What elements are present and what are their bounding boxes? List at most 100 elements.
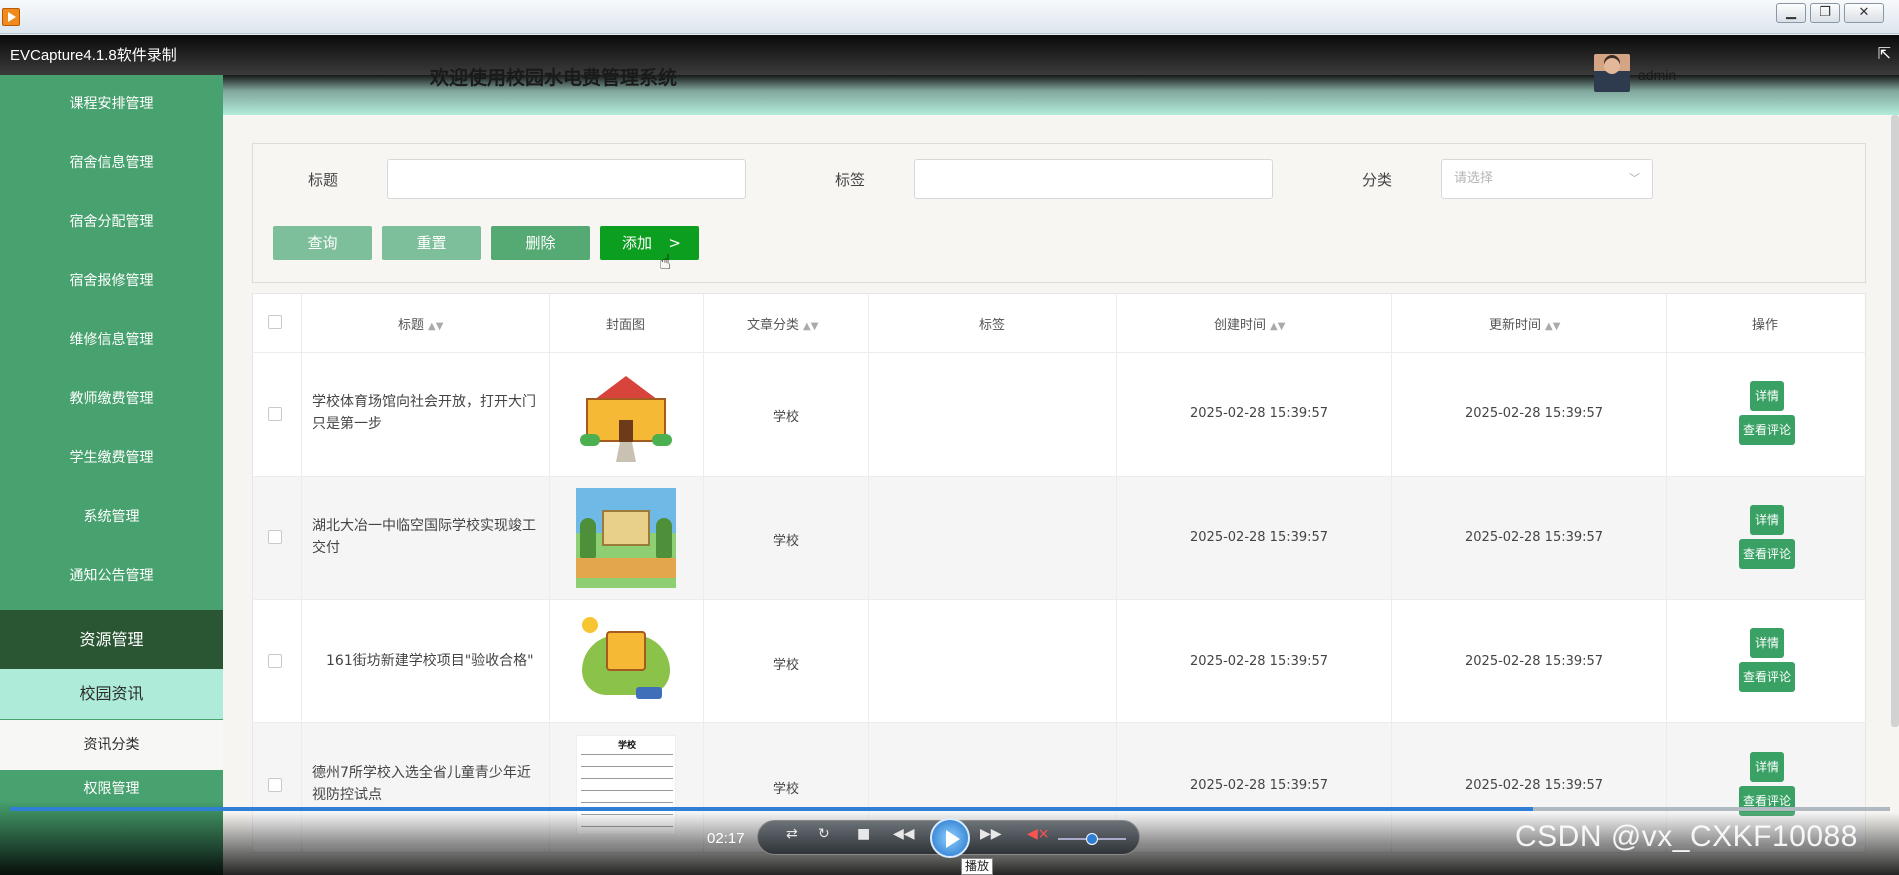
row-category: 学校 bbox=[773, 782, 800, 797]
minimize-button[interactable]: ▁ bbox=[1776, 3, 1806, 23]
header-created[interactable]: 创建时间 ▲▼ bbox=[1214, 314, 1285, 333]
tag-filter-input[interactable] bbox=[914, 159, 1273, 199]
reset-button[interactable]: 重置 bbox=[382, 226, 481, 260]
sidebar-item-notice[interactable]: 通知公告管理 bbox=[0, 547, 223, 606]
row-created: 2025-02-28 15:39:57 bbox=[1190, 654, 1329, 669]
view-comments-button[interactable]: 查看评论 bbox=[1739, 539, 1795, 569]
player-shade bbox=[0, 800, 223, 875]
sidebar: 课程安排管理 宿舍信息管理 宿舍分配管理 宿舍报修管理 维修信息管理 教师缴费管… bbox=[0, 75, 223, 875]
header-title[interactable]: 标题 ▲▼ bbox=[398, 314, 443, 333]
chevron-down-icon: ﹀ bbox=[1629, 172, 1640, 185]
row-title: 德州7所学校入选全省儿童青少年近视防控试点 bbox=[312, 765, 531, 803]
sidebar-item-campus-news[interactable]: 校园资讯 bbox=[0, 669, 223, 719]
sidebar-item-maintenance[interactable]: 维修信息管理 bbox=[0, 311, 223, 370]
refresh-icon[interactable]: ↻ bbox=[818, 826, 830, 842]
sidebar-item-system[interactable]: 系统管理 bbox=[0, 488, 223, 547]
page-title: 欢迎使用校园水电费管理系统 bbox=[430, 67, 678, 89]
user-name[interactable]: admin bbox=[1638, 67, 1676, 83]
header-cover: 封面图 bbox=[606, 318, 646, 333]
delete-button[interactable]: 删除 bbox=[491, 226, 590, 260]
sidebar-item-dorm-info[interactable]: 宿舍信息管理 bbox=[0, 134, 223, 193]
row-checkbox[interactable] bbox=[268, 654, 282, 668]
column-divider bbox=[703, 293, 704, 853]
app-icon bbox=[2, 8, 20, 26]
restore-button[interactable]: ❐ bbox=[1810, 3, 1840, 23]
close-button[interactable]: ✕ bbox=[1844, 3, 1884, 23]
row-created: 2025-02-28 15:39:57 bbox=[1190, 530, 1329, 545]
cover-image bbox=[576, 488, 676, 588]
watermark: CSDN @vx_CXKF10088 bbox=[1515, 820, 1858, 853]
sidebar-item-news-category[interactable]: 资讯分类 bbox=[0, 720, 223, 770]
row-checkbox[interactable] bbox=[268, 778, 282, 792]
row-category: 学校 bbox=[773, 658, 800, 673]
sort-icon[interactable]: ▲▼ bbox=[803, 321, 818, 332]
title-filter-input[interactable] bbox=[387, 159, 746, 199]
detail-button[interactable]: 详情 bbox=[1750, 381, 1784, 411]
rewind-icon[interactable]: ◀◀ bbox=[893, 826, 915, 842]
add-button-label: 添加 bbox=[622, 234, 653, 252]
collapse-icon[interactable]: ⇱ bbox=[1878, 44, 1891, 63]
tag-filter-label: 标签 bbox=[835, 171, 866, 189]
row-title: 湖北大冶一中临空国际学校实现竣工交付 bbox=[312, 518, 536, 556]
sidebar-item-dorm-repair[interactable]: 宿舍报修管理 bbox=[0, 252, 223, 311]
sort-icon[interactable]: ▲▼ bbox=[1270, 321, 1285, 332]
cover-image bbox=[576, 611, 676, 711]
sort-icon[interactable]: ▲▼ bbox=[1545, 321, 1560, 332]
sidebar-item-teacher-fee[interactable]: 教师缴费管理 bbox=[0, 370, 223, 429]
vertical-scrollbar[interactable] bbox=[1891, 115, 1899, 727]
play-tooltip: 播放 bbox=[961, 858, 994, 875]
header-tags: 标签 bbox=[979, 318, 1006, 333]
row-divider bbox=[252, 599, 1866, 600]
query-button[interactable]: 查询 bbox=[273, 226, 372, 260]
playback-time: 02:17 bbox=[707, 830, 745, 847]
category-filter-label: 分类 bbox=[1362, 171, 1393, 189]
header-title-label: 标题 bbox=[398, 318, 425, 333]
volume-knob[interactable] bbox=[1086, 833, 1098, 845]
screen: ▁ ❐ ✕ EVCapture4.1.8软件录制 ⇱ 课程安排管理 宿舍信息管理… bbox=[0, 0, 1899, 875]
row-checkbox[interactable] bbox=[268, 530, 282, 544]
column-divider bbox=[1116, 293, 1117, 853]
row-divider bbox=[252, 352, 1866, 353]
row-category: 学校 bbox=[773, 410, 800, 425]
detail-button[interactable]: 详情 bbox=[1750, 752, 1784, 782]
cover-image bbox=[576, 364, 676, 464]
sort-icon[interactable]: ▲▼ bbox=[428, 321, 443, 332]
loop-icon[interactable]: ⇄ bbox=[786, 826, 798, 842]
sidebar-item-course[interactable]: 课程安排管理 bbox=[0, 75, 223, 134]
header-actions: 操作 bbox=[1752, 318, 1779, 333]
forward-icon[interactable]: ▶▶ bbox=[980, 826, 1002, 842]
window-titlebar: ▁ ❐ ✕ bbox=[0, 0, 1899, 34]
row-title: 161街坊新建学校项目"验收合格" bbox=[326, 653, 534, 669]
sidebar-item-student-fee[interactable]: 学生缴费管理 bbox=[0, 429, 223, 488]
detail-button[interactable]: 详情 bbox=[1750, 505, 1784, 535]
sidebar-item-resources[interactable]: 资源管理 bbox=[0, 610, 223, 669]
row-created: 2025-02-28 15:39:57 bbox=[1190, 406, 1329, 421]
playback-progress[interactable] bbox=[10, 807, 1890, 811]
row-created: 2025-02-28 15:39:57 bbox=[1190, 778, 1329, 793]
row-divider bbox=[252, 722, 1866, 723]
avatar[interactable] bbox=[1594, 54, 1630, 92]
header-category[interactable]: 文章分类 ▲▼ bbox=[747, 314, 818, 333]
sidebar-item-dorm-assign[interactable]: 宿舍分配管理 bbox=[0, 193, 223, 252]
view-comments-button[interactable]: 查看评论 bbox=[1739, 415, 1795, 445]
header-updated-label: 更新时间 bbox=[1489, 318, 1542, 333]
header-updated[interactable]: 更新时间 ▲▼ bbox=[1489, 314, 1560, 333]
row-category: 学校 bbox=[773, 534, 800, 549]
column-divider bbox=[301, 293, 302, 853]
category-select[interactable]: 请选择 ﹀ bbox=[1441, 159, 1653, 199]
title-filter-label: 标题 bbox=[308, 171, 339, 189]
column-divider bbox=[868, 293, 869, 853]
stop-icon[interactable]: ■ bbox=[857, 826, 870, 842]
select-all-checkbox[interactable] bbox=[268, 315, 282, 329]
play-icon[interactable] bbox=[930, 818, 970, 858]
column-divider bbox=[1666, 293, 1667, 853]
capture-title: EVCapture4.1.8软件录制 bbox=[10, 47, 177, 64]
detail-button[interactable]: 详情 bbox=[1750, 628, 1784, 658]
column-divider bbox=[549, 293, 550, 853]
mute-icon[interactable]: ◀× bbox=[1027, 826, 1050, 842]
view-comments-button[interactable]: 查看评论 bbox=[1739, 662, 1795, 692]
header-created-label: 创建时间 bbox=[1214, 318, 1267, 333]
add-button[interactable]: 添加 > bbox=[600, 226, 699, 260]
row-checkbox[interactable] bbox=[268, 407, 282, 421]
row-title: 学校体育场馆向社会开放，打开大门只是第一步 bbox=[312, 394, 536, 432]
